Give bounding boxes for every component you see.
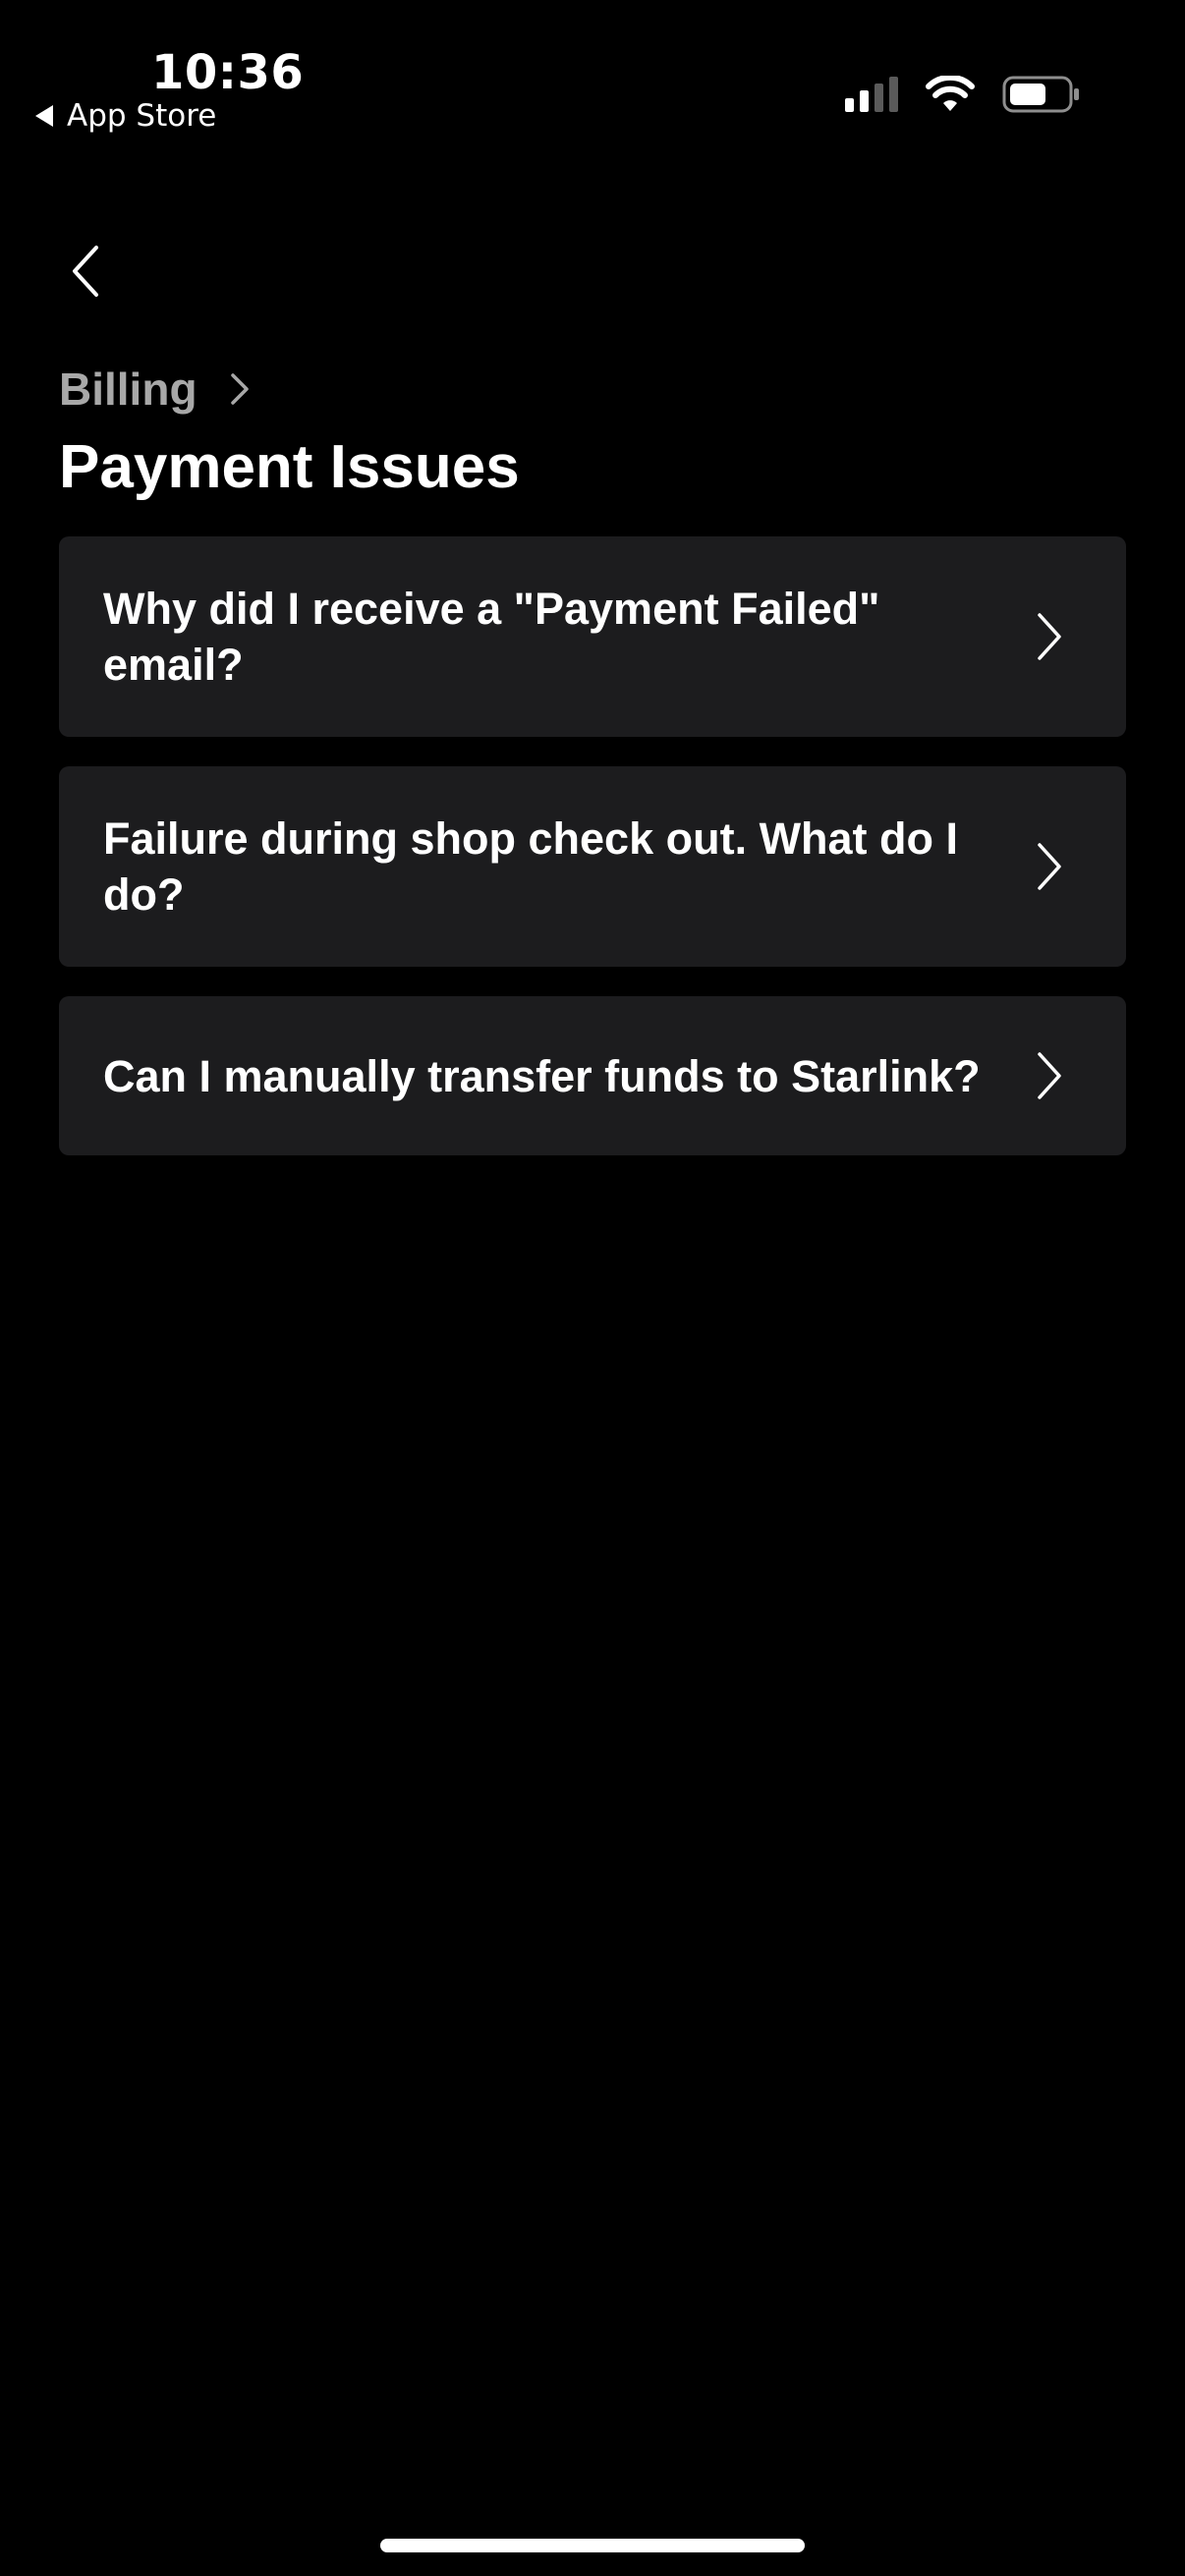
article-card[interactable]: Failure during shop check out. What do I… — [59, 766, 1126, 967]
article-title: Failure during shop check out. What do I… — [103, 813, 959, 920]
article-card[interactable]: Why did I receive a "Payment Failed" ema… — [59, 536, 1126, 737]
battery-icon — [1002, 76, 1079, 113]
breadcrumb-parent[interactable]: Billing — [59, 358, 198, 420]
breadcrumb[interactable]: Billing — [59, 358, 251, 420]
home-indicator[interactable] — [380, 2539, 805, 2552]
wifi-icon — [926, 76, 975, 111]
chevron-right-icon — [1038, 613, 1061, 660]
chevron-right-icon — [1038, 843, 1061, 890]
chevron-right-icon — [230, 373, 249, 405]
cellular-signal-icon — [845, 77, 898, 112]
article-title: Can I manually transfer funds to Starlin… — [103, 1050, 981, 1101]
chevron-left-icon[interactable] — [61, 242, 110, 301]
status-icons — [845, 75, 1081, 114]
article-card[interactable]: Can I manually transfer funds to Starlin… — [59, 996, 1126, 1155]
article-title: Why did I receive a "Payment Failed" ema… — [103, 584, 880, 690]
back-triangle-icon — [35, 105, 53, 127]
status-time: 10:36 — [151, 45, 305, 100]
chevron-right-icon — [1038, 1052, 1061, 1099]
back-app-label: App Store — [67, 98, 217, 134]
page-title: Payment Issues — [59, 433, 520, 501]
back-to-app-store-link[interactable]: App Store — [35, 96, 216, 136]
